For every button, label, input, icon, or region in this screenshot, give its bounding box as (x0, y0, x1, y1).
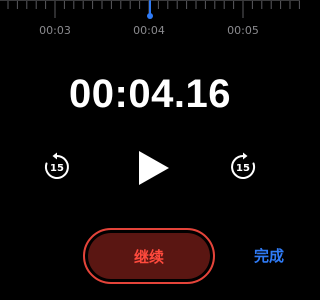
play-button[interactable] (133, 148, 173, 188)
playhead[interactable] (147, 0, 153, 19)
skip-forward-button[interactable]: 15 (228, 152, 258, 182)
timeline-tick-label: 00:03 (39, 24, 71, 37)
recording-timeline[interactable]: 00:03 00:04 00:05 (0, 0, 300, 44)
elapsed-time: 00:04.16 (69, 72, 231, 116)
play-icon (139, 151, 169, 185)
timeline-tick-label: 00:05 (227, 24, 259, 37)
skip-back-seconds: 15 (50, 162, 64, 174)
done-button[interactable]: 完成 (247, 244, 291, 266)
skip-forward-seconds: 15 (236, 162, 250, 174)
timeline-tick-label: 00:04 (133, 24, 165, 37)
resume-button[interactable]: 继续 (83, 228, 215, 284)
skip-back-button[interactable]: 15 (42, 152, 72, 182)
